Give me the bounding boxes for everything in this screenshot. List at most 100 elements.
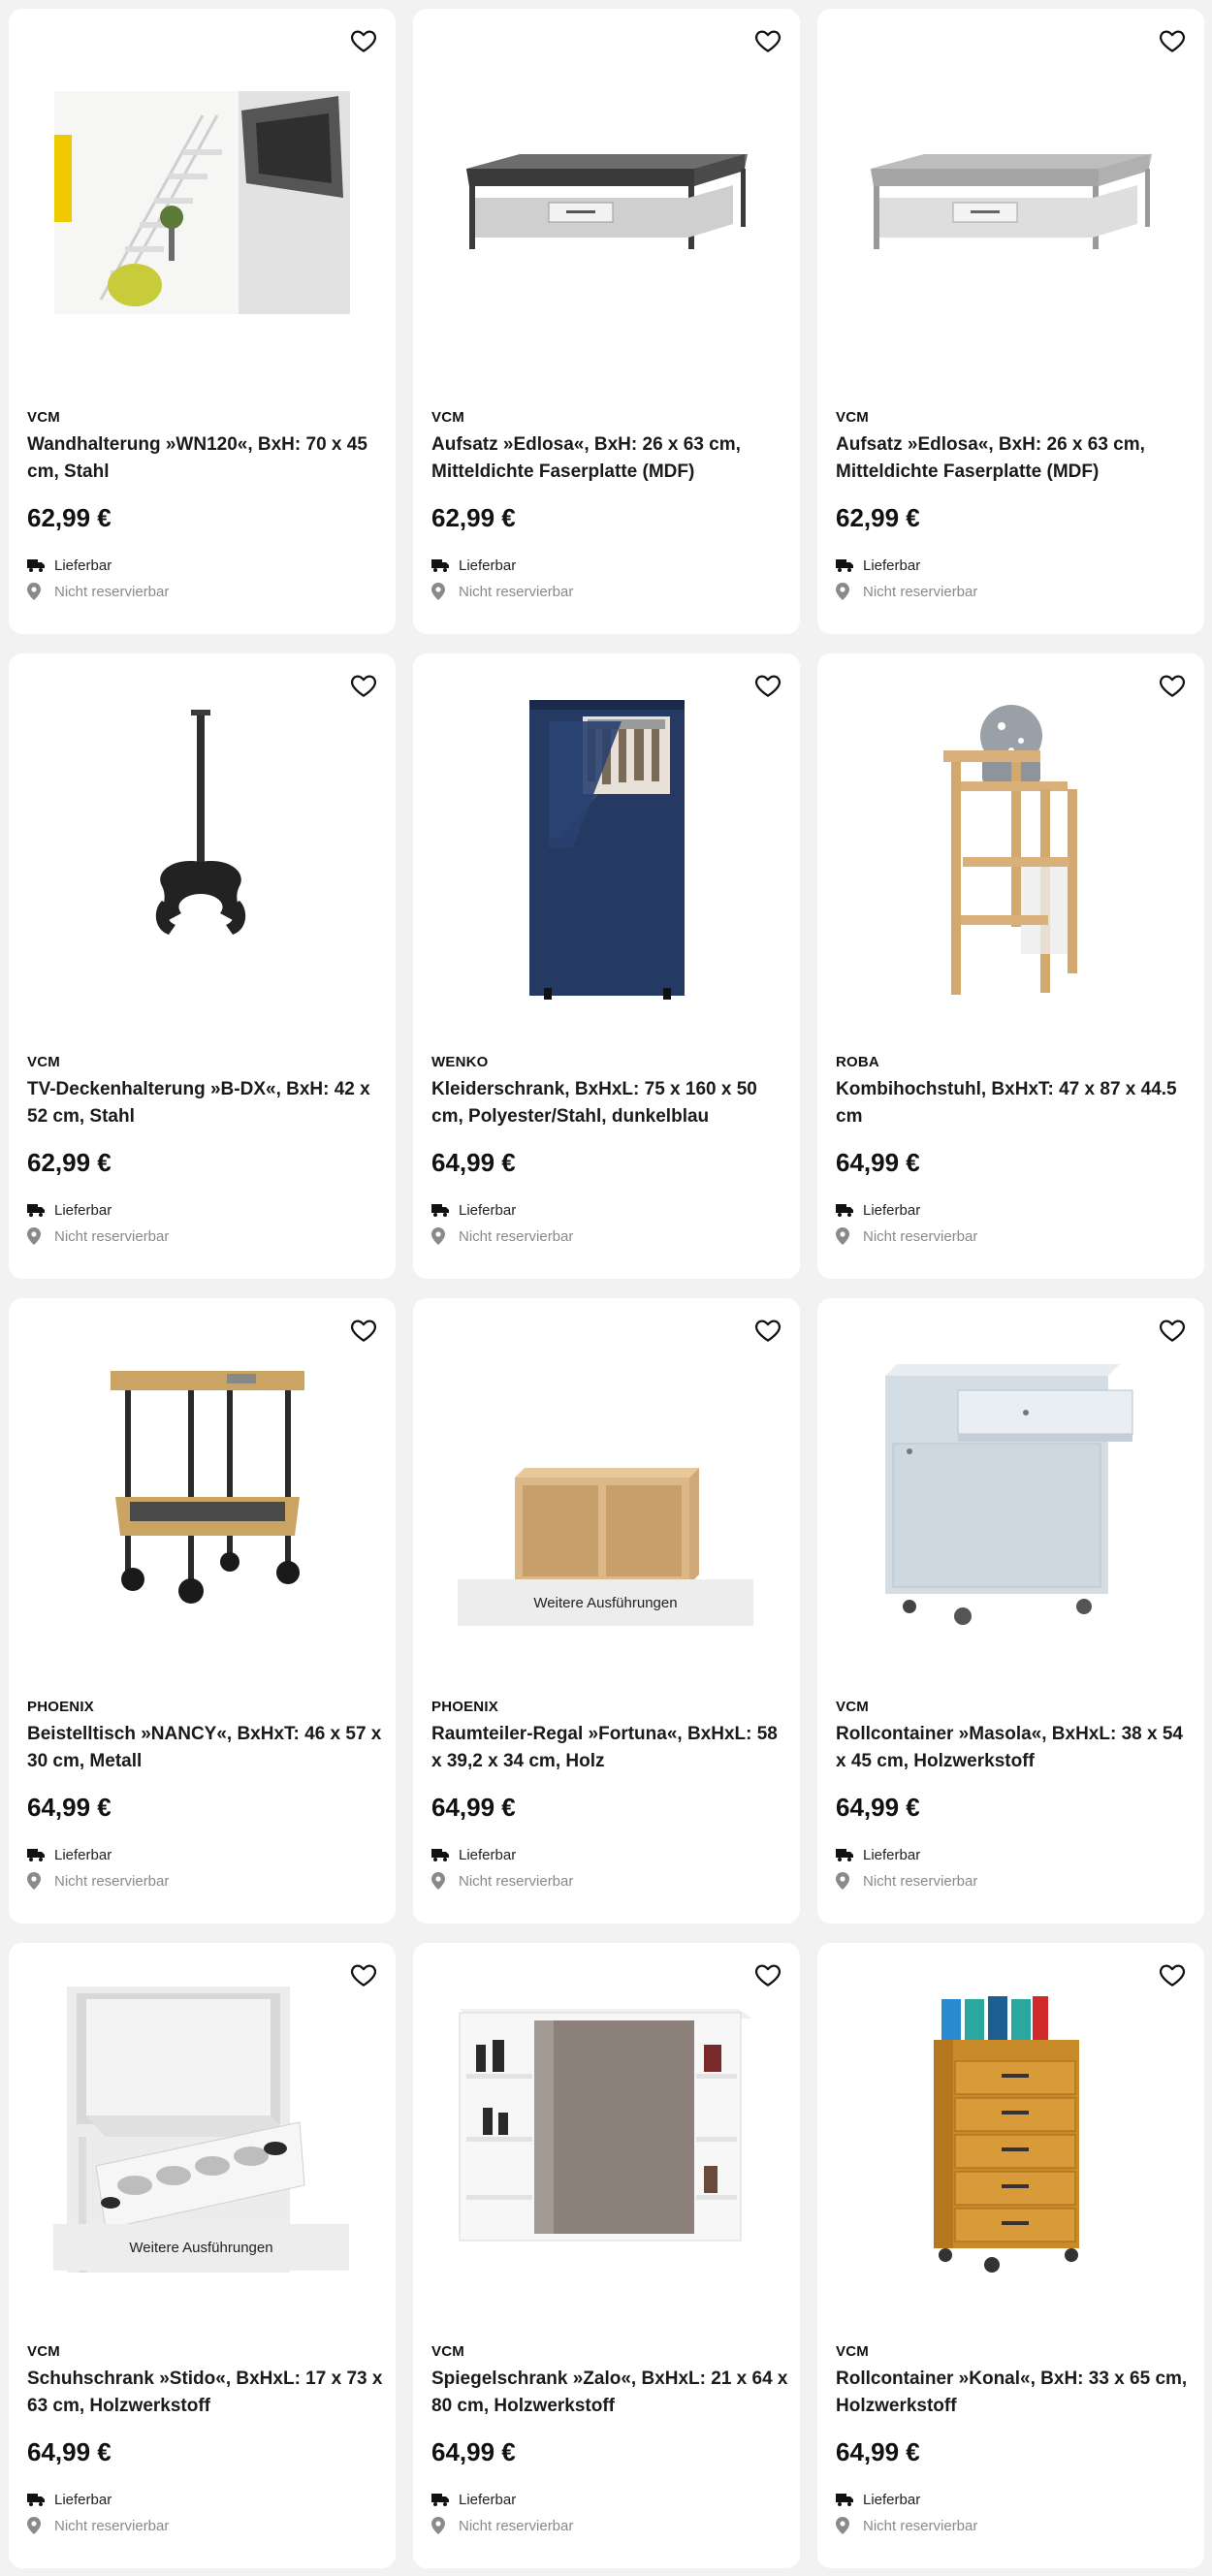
more-variants-button[interactable]: Weitere Ausführungen — [53, 2224, 349, 2271]
delivery-status: Lieferbar — [27, 2491, 112, 2508]
product-title[interactable]: Rollcontainer »Konal«, BxH: 33 x 65 cm, … — [836, 2366, 1195, 2420]
reservation-status: Nicht reservierbar — [27, 583, 169, 600]
reservation-label: Nicht reservierbar — [54, 583, 170, 600]
product-card[interactable]: Weitere Ausführungen PHOENIX Raumteiler-… — [413, 1298, 800, 1924]
product-brand: VCM — [431, 409, 464, 426]
product-card[interactable]: VCM TV-Deckenhalterung »B-DX«, BxH: 42 x… — [9, 653, 396, 1279]
product-card[interactable]: Weitere Ausführungen VCM Schuhschrank »S… — [9, 1943, 396, 2568]
reservation-label: Nicht reservierbar — [863, 1227, 978, 1245]
favorite-heart-icon[interactable] — [753, 1316, 782, 1345]
location-pin-icon — [836, 1872, 863, 1890]
product-image[interactable] — [817, 1298, 1204, 1686]
product-title[interactable]: Raumteiler-Regal »Fortuna«, BxHxL: 58 x … — [431, 1721, 790, 1775]
location-pin-icon — [836, 1227, 863, 1245]
delivery-status: Lieferbar — [431, 1201, 516, 1219]
reservation-label: Nicht reservierbar — [863, 1872, 978, 1890]
favorite-heart-icon[interactable] — [1158, 1316, 1187, 1345]
product-title[interactable]: Kombihochstuhl, BxHxT: 47 x 87 x 44.5 cm — [836, 1076, 1195, 1130]
product-title[interactable]: Rollcontainer »Masola«, BxHxL: 38 x 54 x… — [836, 1721, 1195, 1775]
product-image[interactable] — [9, 1298, 396, 1686]
favorite-heart-icon[interactable] — [349, 1960, 378, 1989]
reservation-label: Nicht reservierbar — [459, 583, 574, 600]
delivery-label: Lieferbar — [459, 2491, 517, 2508]
favorite-heart-icon[interactable] — [753, 671, 782, 700]
truck-icon — [836, 1846, 863, 1863]
product-image[interactable] — [817, 653, 1204, 1041]
favorite-heart-icon[interactable] — [753, 26, 782, 55]
delivery-label: Lieferbar — [863, 1846, 921, 1863]
product-card[interactable]: VCM Wandhalterung »WN120«, BxH: 70 x 45 … — [9, 9, 396, 634]
product-price: 64,99 € — [27, 1793, 112, 1822]
favorite-heart-icon[interactable] — [753, 1960, 782, 1989]
product-card[interactable]: ROBA Kombihochstuhl, BxHxT: 47 x 87 x 44… — [817, 653, 1204, 1279]
product-card[interactable]: VCM Spiegelschrank »Zalo«, BxHxL: 21 x 6… — [413, 1943, 800, 2568]
delivery-status: Lieferbar — [27, 557, 112, 574]
delivery-label: Lieferbar — [459, 1201, 517, 1219]
product-price: 64,99 € — [431, 1148, 516, 1177]
product-title[interactable]: Spiegelschrank »Zalo«, BxHxL: 21 x 64 x … — [431, 2366, 790, 2420]
product-brand: VCM — [836, 2343, 869, 2360]
reservation-status: Nicht reservierbar — [431, 1872, 573, 1890]
shoe-cabinet-image — [67, 1987, 305, 2273]
product-price: 62,99 € — [431, 503, 516, 532]
product-price: 62,99 € — [27, 503, 112, 532]
favorite-heart-icon[interactable] — [1158, 26, 1187, 55]
favorite-heart-icon[interactable] — [1158, 1960, 1187, 1989]
ceiling-mount-image — [155, 710, 246, 935]
favorite-heart-icon[interactable] — [349, 26, 378, 55]
favorite-heart-icon[interactable] — [349, 671, 378, 700]
delivery-status: Lieferbar — [431, 2491, 516, 2508]
product-image[interactable] — [817, 1943, 1204, 2331]
reservation-label: Nicht reservierbar — [54, 2517, 170, 2534]
product-card[interactable]: VCM Aufsatz »Edlosa«, BxH: 26 x 63 cm, M… — [413, 9, 800, 634]
reservation-status: Nicht reservierbar — [27, 1872, 169, 1890]
product-title[interactable]: Aufsatz »Edlosa«, BxH: 26 x 63 cm, Mitte… — [431, 431, 790, 486]
location-pin-icon — [27, 2517, 54, 2534]
product-title[interactable]: Aufsatz »Edlosa«, BxH: 26 x 63 cm, Mitte… — [836, 431, 1195, 486]
truck-icon — [836, 557, 863, 574]
product-card[interactable]: VCM Aufsatz »Edlosa«, BxH: 26 x 63 cm, M… — [817, 9, 1204, 634]
product-card[interactable]: WENKO Kleiderschrank, BxHxL: 75 x 160 x … — [413, 653, 800, 1279]
location-pin-icon — [431, 583, 459, 600]
delivery-label: Lieferbar — [54, 1201, 112, 1219]
product-card[interactable]: VCM Rollcontainer »Masola«, BxHxL: 38 x … — [817, 1298, 1204, 1924]
product-image[interactable]: Weitere Ausführungen — [9, 1943, 396, 2331]
reservation-status: Nicht reservierbar — [431, 1227, 573, 1245]
product-image[interactable] — [9, 9, 396, 397]
delivery-label: Lieferbar — [459, 557, 517, 574]
product-image[interactable] — [413, 653, 800, 1041]
product-card[interactable]: VCM Rollcontainer »Konal«, BxH: 33 x 65 … — [817, 1943, 1204, 2568]
product-brand: VCM — [27, 1054, 60, 1070]
reservation-label: Nicht reservierbar — [54, 1872, 170, 1890]
product-image[interactable] — [9, 653, 396, 1041]
delivery-label: Lieferbar — [54, 557, 112, 574]
location-pin-icon — [431, 1227, 459, 1245]
room-divider-shelf-image — [515, 1468, 699, 1584]
fabric-wardrobe-image — [529, 700, 685, 1000]
location-pin-icon — [27, 1872, 54, 1890]
reservation-label: Nicht reservierbar — [459, 1227, 574, 1245]
product-brand: VCM — [836, 409, 869, 426]
more-variants-button[interactable]: Weitere Ausführungen — [458, 1579, 753, 1626]
product-image[interactable] — [817, 9, 1204, 397]
favorite-heart-icon[interactable] — [349, 1316, 378, 1345]
product-image[interactable] — [413, 1943, 800, 2331]
favorite-heart-icon[interactable] — [1158, 671, 1187, 700]
truck-icon — [836, 1201, 863, 1219]
reservation-status: Nicht reservierbar — [27, 2517, 169, 2534]
delivery-status: Lieferbar — [431, 557, 516, 574]
product-brand: VCM — [836, 1699, 869, 1715]
product-title[interactable]: Schuhschrank »Stido«, BxHxL: 17 x 73 x 6… — [27, 2366, 386, 2420]
product-title[interactable]: Kleiderschrank, BxHxL: 75 x 160 x 50 cm,… — [431, 1076, 790, 1130]
product-brand: ROBA — [836, 1054, 879, 1070]
product-image[interactable]: Weitere Ausführungen — [413, 1298, 800, 1686]
mirror-cabinet-image — [459, 2009, 752, 2242]
product-title[interactable]: Beistelltisch »NANCY«, BxHxT: 46 x 57 x … — [27, 1721, 386, 1775]
product-card[interactable]: PHOENIX Beistelltisch »NANCY«, BxHxT: 46… — [9, 1298, 396, 1924]
product-title[interactable]: Wandhalterung »WN120«, BxH: 70 x 45 cm, … — [27, 431, 386, 486]
truck-icon — [431, 557, 459, 574]
product-image[interactable] — [413, 9, 800, 397]
product-brand: VCM — [431, 2343, 464, 2360]
reservation-label: Nicht reservierbar — [863, 583, 978, 600]
product-title[interactable]: TV-Deckenhalterung »B-DX«, BxH: 42 x 52 … — [27, 1076, 386, 1130]
